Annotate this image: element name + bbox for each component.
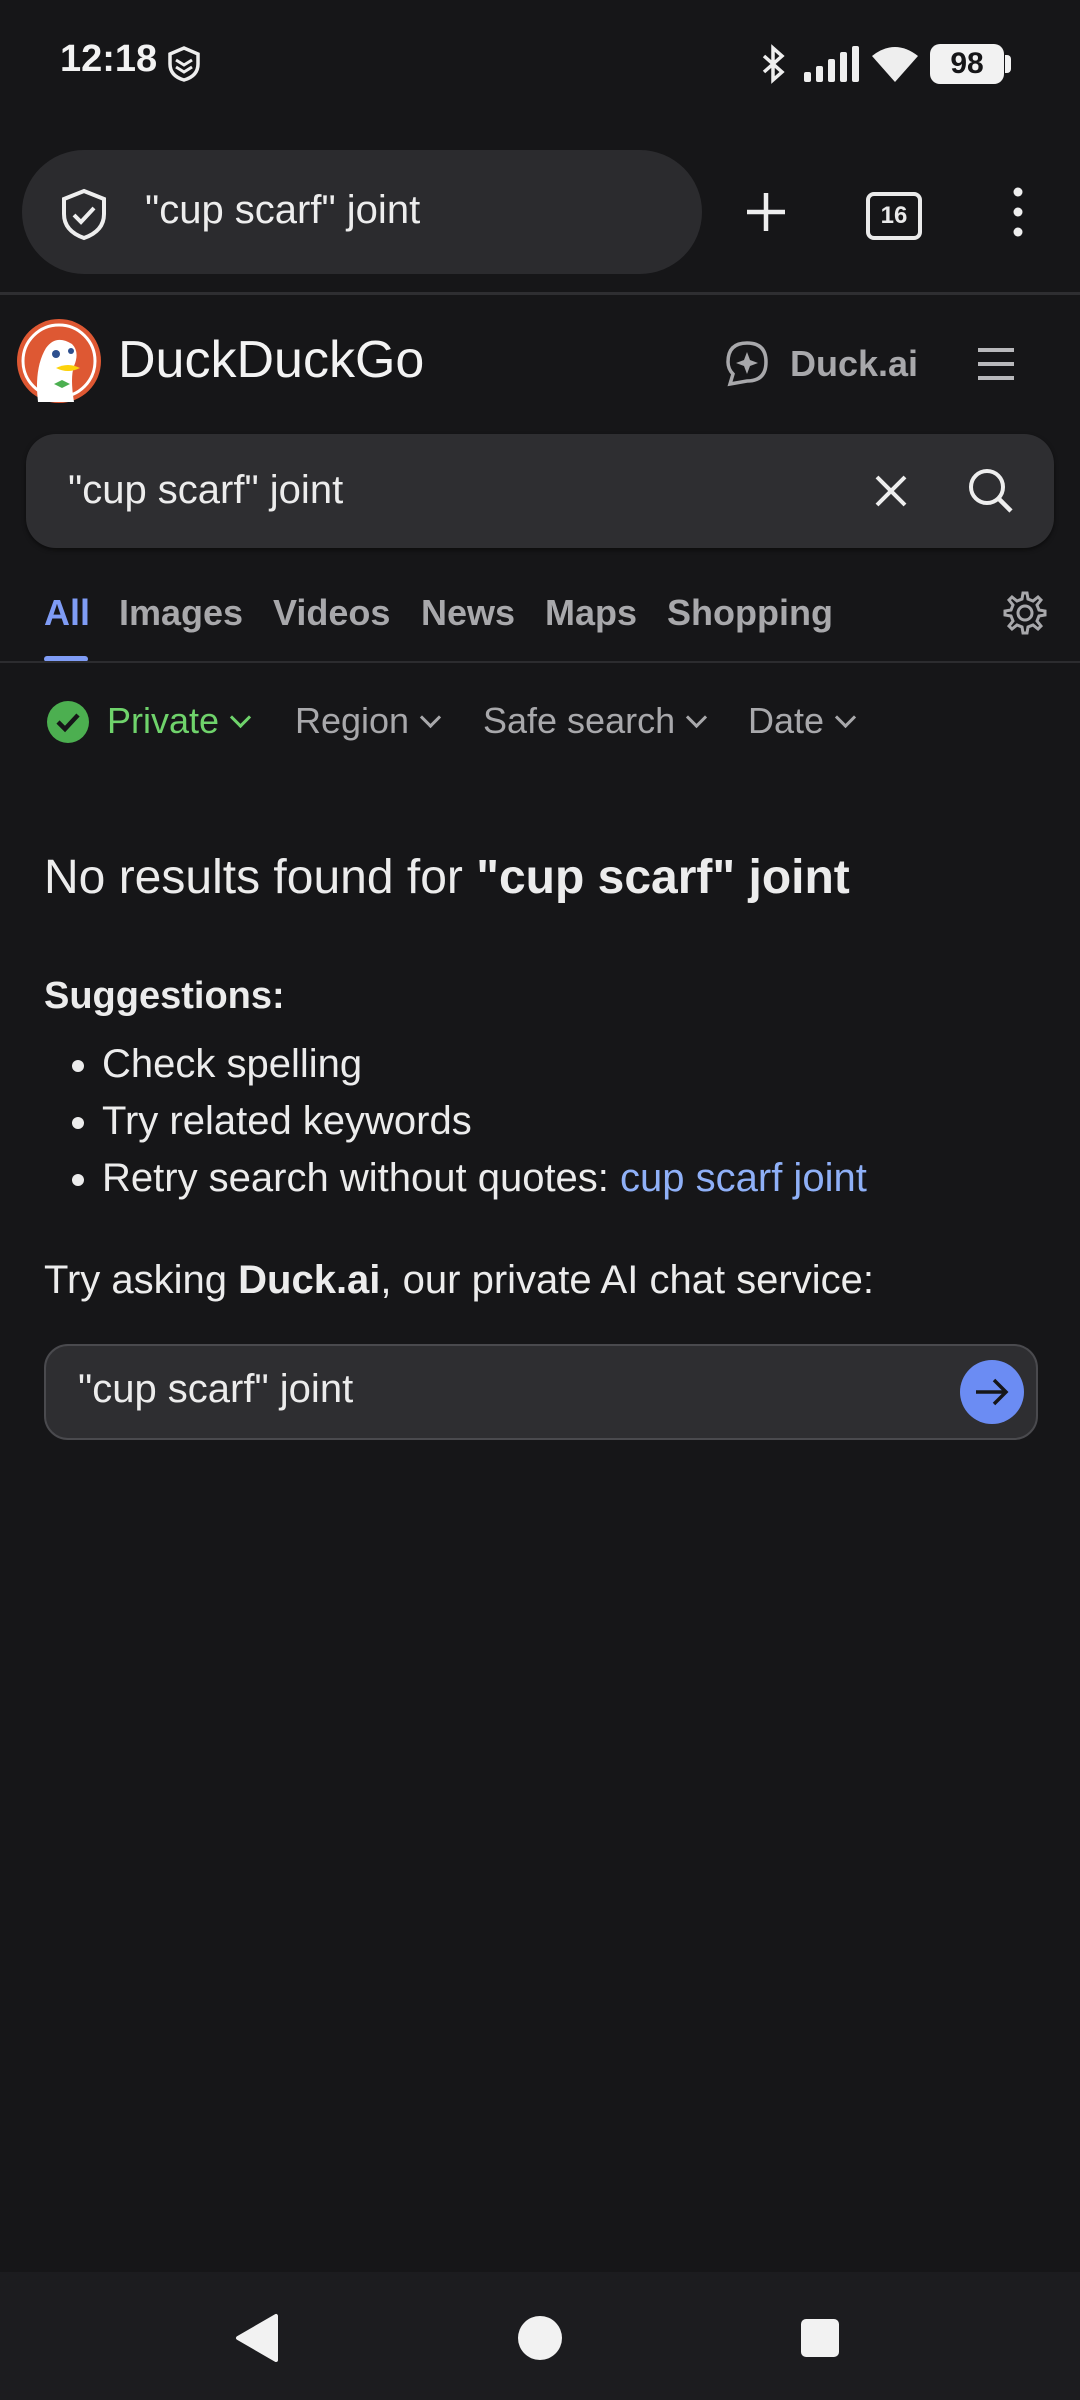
duckai-link[interactable]: Duck.ai — [790, 343, 918, 385]
list-item: Try related keywords — [102, 1093, 867, 1150]
filter-region[interactable]: Region — [295, 700, 442, 742]
tab-switcher-button[interactable]: 16 — [866, 192, 922, 240]
list-item: Retry search without quotes: cup scarf j… — [102, 1150, 867, 1207]
filter-safe-search-label: Safe search — [483, 700, 676, 741]
filter-private-label: Private — [107, 700, 220, 741]
suggestion-3-text: Retry search without quotes: — [102, 1156, 621, 1200]
no-results-prefix: No results found for — [44, 851, 477, 904]
ddg-wordmark[interactable]: DuckDuckGo — [118, 330, 424, 390]
no-results-message: No results found for "cup scarf" joint — [44, 850, 850, 905]
filter-date-label: Date — [748, 700, 825, 741]
duckduckgo-logo[interactable] — [16, 318, 102, 404]
tab-maps[interactable]: Maps — [545, 592, 637, 634]
shield-icon[interactable] — [56, 186, 112, 242]
filter-safe-search[interactable]: Safe search — [483, 700, 708, 742]
toolbar-divider — [0, 292, 1080, 295]
url-text[interactable]: "cup scarf" joint — [145, 188, 420, 233]
duckai-prompt-suffix: , our private AI chat service: — [380, 1258, 874, 1302]
private-check-icon — [47, 701, 89, 743]
filter-date[interactable]: Date — [748, 700, 857, 742]
wifi-icon — [872, 47, 918, 82]
chevron-down-icon — [686, 706, 708, 729]
overflow-menu-icon[interactable] — [1004, 186, 1032, 238]
chevron-down-icon — [419, 706, 442, 729]
duckai-input-field[interactable]: "cup scarf" joint — [78, 1367, 353, 1412]
duckai-prompt-prefix: Try asking — [44, 1258, 239, 1302]
home-icon[interactable] — [516, 2314, 564, 2362]
signal-icon — [804, 46, 859, 82]
tab-all[interactable]: All — [44, 592, 90, 634]
suggestions-title: Suggestions: — [44, 975, 285, 1017]
battery-indicator: 98 — [930, 44, 1004, 84]
suggestions-list: Check spelling Try related keywords Retr… — [44, 1036, 867, 1207]
status-time: 12:18 — [60, 38, 158, 80]
list-item: Check spelling — [102, 1036, 867, 1093]
tab-images[interactable]: Images — [119, 592, 243, 634]
filter-region-label: Region — [295, 700, 410, 741]
tab-news[interactable]: News — [421, 592, 515, 634]
notification-icon — [168, 46, 200, 82]
chevron-down-icon — [229, 706, 252, 729]
settings-gear-icon[interactable] — [1002, 590, 1048, 636]
chevron-down-icon — [834, 706, 857, 729]
tab-shopping[interactable]: Shopping — [667, 592, 833, 634]
back-icon[interactable] — [232, 2312, 282, 2364]
filter-private[interactable]: Private — [107, 700, 252, 742]
search-icon[interactable] — [966, 466, 1016, 516]
retry-without-quotes-link[interactable]: cup scarf joint — [620, 1156, 867, 1200]
duckai-prompt-text: Try asking Duck.ai, our private AI chat … — [44, 1258, 874, 1303]
search-input[interactable]: "cup scarf" joint — [68, 468, 343, 513]
tabs-divider — [0, 661, 1080, 663]
duckai-brand: Duck.ai — [238, 1258, 381, 1302]
new-tab-icon[interactable] — [744, 190, 788, 234]
battery-nub — [1005, 55, 1011, 73]
duckai-chat-icon[interactable] — [722, 338, 772, 388]
arrow-right-icon[interactable] — [972, 1372, 1012, 1412]
tab-videos[interactable]: Videos — [273, 592, 390, 634]
bluetooth-icon — [762, 44, 785, 84]
recents-icon[interactable] — [799, 2317, 841, 2359]
clear-search-icon[interactable] — [872, 472, 910, 510]
no-results-query: "cup scarf" joint — [476, 851, 850, 904]
hamburger-menu-icon[interactable] — [976, 346, 1016, 382]
